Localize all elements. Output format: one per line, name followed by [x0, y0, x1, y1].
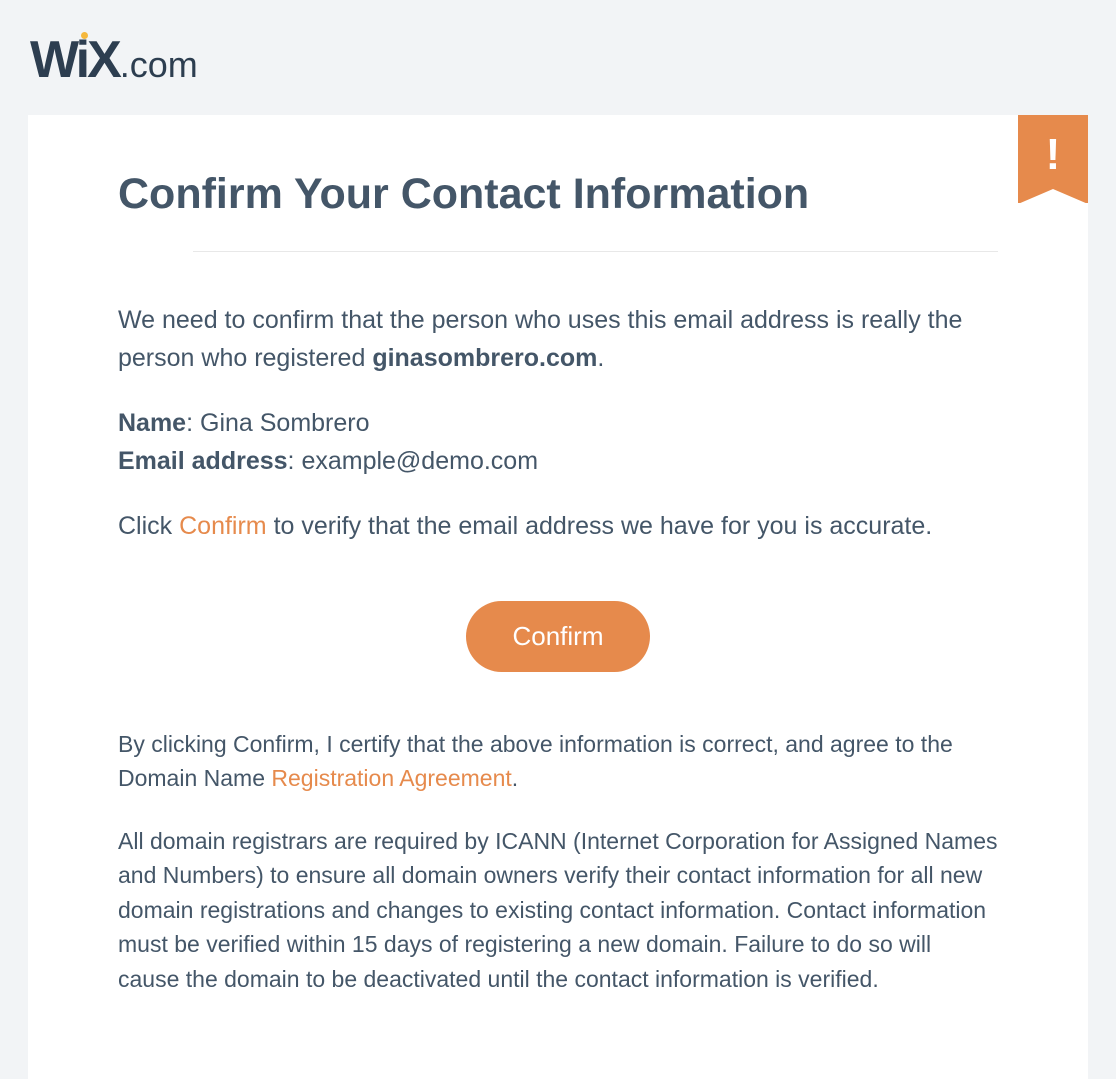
instruction-prefix: Click — [118, 512, 179, 540]
certify-text: By clicking Confirm, I certify that the … — [118, 727, 998, 796]
confirm-link[interactable]: Confirm — [179, 512, 267, 540]
name-label: Name — [118, 409, 186, 437]
header: WiX .com — [0, 0, 1116, 115]
icann-text: All domain registrars are required by IC… — [118, 824, 998, 997]
wix-logo: WiX .com — [30, 30, 1086, 90]
registration-agreement-link[interactable]: Registration Agreement — [271, 765, 511, 791]
email-label: Email address — [118, 447, 288, 475]
name-value: Gina Sombrero — [200, 409, 370, 437]
intro-domain: ginasombrero.com — [372, 344, 597, 372]
exclamation-icon: ! — [1046, 133, 1061, 177]
divider — [193, 251, 998, 252]
alert-ribbon: ! — [1018, 115, 1088, 203]
email-card: ! Confirm Your Contact Information We ne… — [28, 115, 1088, 1079]
intro-suffix: . — [597, 344, 604, 372]
button-container: Confirm — [118, 601, 998, 672]
contact-info-block: Name: Gina Sombrero Email address: examp… — [118, 405, 998, 480]
logo-com-text: .com — [120, 44, 198, 86]
logo-wix-text: WiX — [30, 30, 119, 90]
logo-wix: WiX — [30, 31, 119, 89]
certify-suffix: . — [512, 765, 518, 791]
intro-text: We need to confirm that the person who u… — [118, 302, 998, 377]
confirm-button[interactable]: Confirm — [466, 601, 649, 672]
page-title: Confirm Your Contact Information — [118, 170, 998, 219]
email-line: Email address: example@demo.com — [118, 443, 998, 481]
instruction-text: Click Confirm to verify that the email a… — [118, 508, 998, 546]
certify-prefix: By clicking Confirm, I certify that the … — [118, 731, 953, 792]
instruction-suffix: to verify that the email address we have… — [267, 512, 933, 540]
name-line: Name: Gina Sombrero — [118, 405, 998, 443]
email-value: example@demo.com — [301, 447, 538, 475]
logo-dot-icon — [81, 32, 88, 39]
